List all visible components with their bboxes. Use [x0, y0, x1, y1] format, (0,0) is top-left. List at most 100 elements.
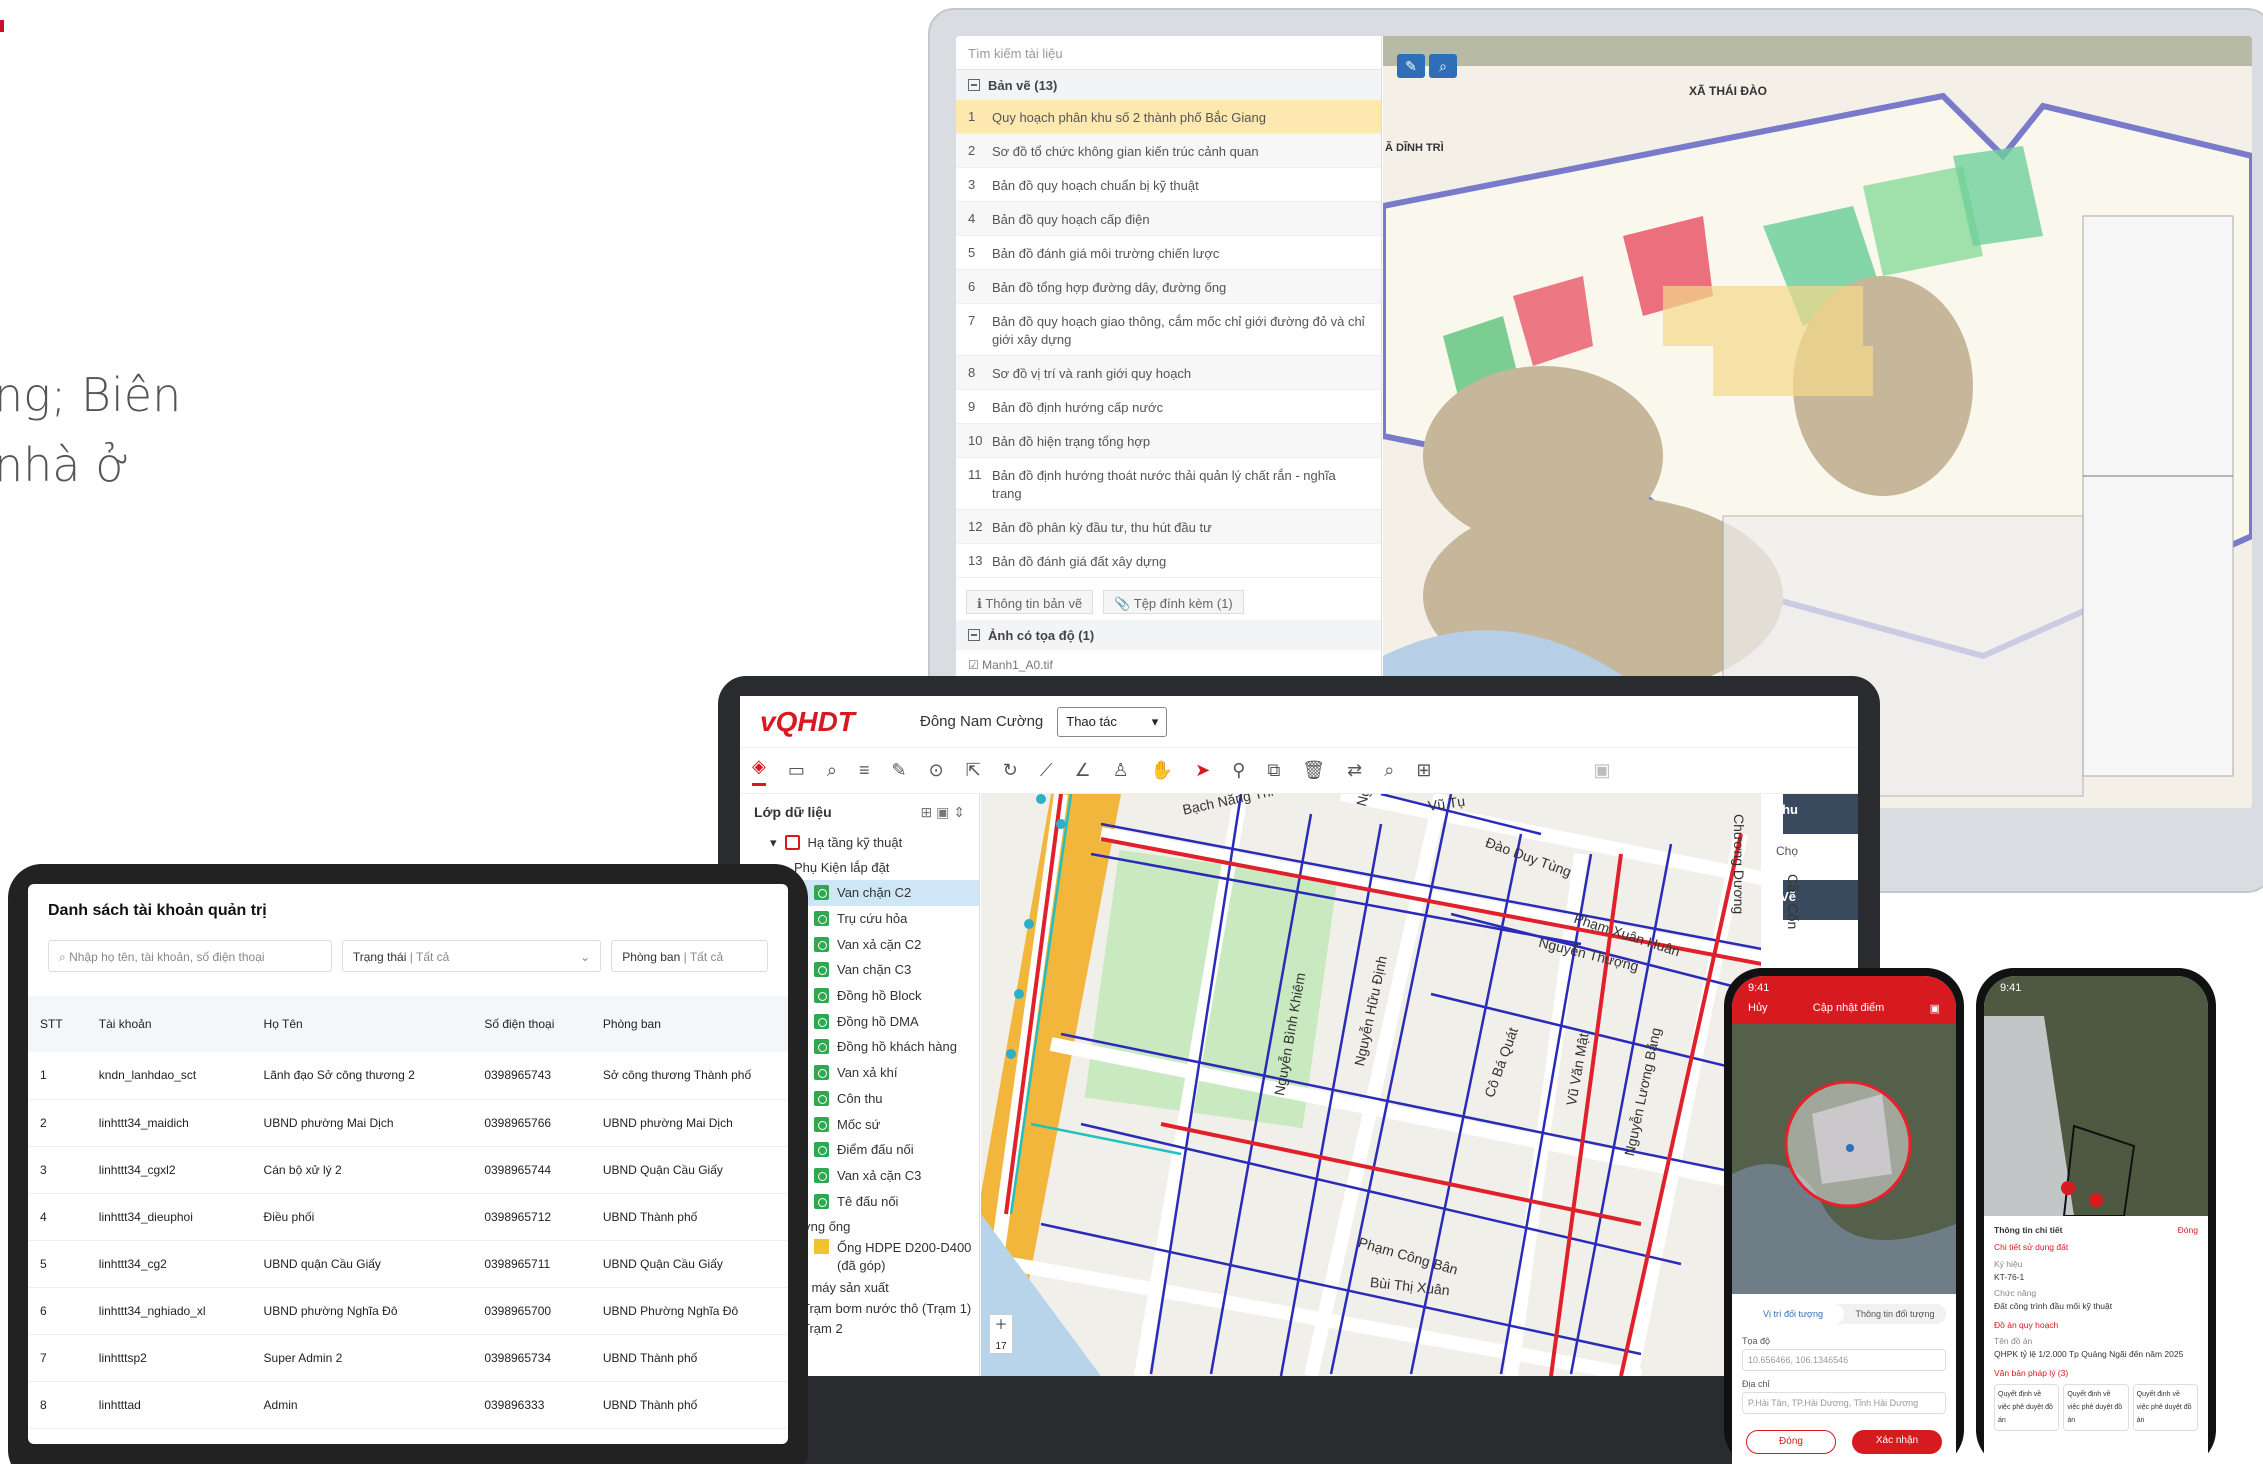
section-land-use[interactable]: Chi tiết sử dụng đất — [1994, 1241, 2198, 1254]
drawing-list-item[interactable]: 12 Bản đồ phân kỳ đầu tư, thu hút đầu tư — [956, 510, 1381, 544]
trash-icon[interactable]: 🗑 — [1302, 760, 1325, 781]
swap-icon[interactable]: ⇄ — [1347, 760, 1362, 781]
table-row[interactable]: 7 linhtttsp2 Super Admin 2 0398965734 UBND T… — [28, 1334, 788, 1382]
drawings-group-header[interactable]: Bản vẽ (13) — [956, 70, 1381, 100]
drawing-number: 13 — [968, 553, 983, 568]
tab-attachments[interactable]: 📎 Tệp đính kèm (1) — [1103, 590, 1244, 614]
table-row[interactable]: 3 linhttt34_cgxl2 Cán bộ xử lý 2 0398965744… — [28, 1146, 788, 1194]
status-filter-select[interactable]: Trạng thái | Tất cả ⌄ — [341, 940, 602, 972]
function-label: Chức năng — [1994, 1288, 2037, 1298]
drawing-list-item[interactable]: 6 Bản đồ tổng hợp đường dây, đường ống — [956, 270, 1381, 304]
tab-location[interactable]: Vị trí đối tượng — [1742, 1304, 1844, 1324]
map-book-icon[interactable]: ▭ — [788, 760, 805, 781]
chevron-down-icon[interactable]: ▾ — [770, 835, 777, 851]
section-planning[interactable]: Đồ án quy hoạch — [1994, 1319, 2198, 1332]
collapse-icon[interactable] — [968, 629, 980, 641]
legal-doc-card[interactable]: Quyết định về việc phê duyệt đồ án — [2132, 1384, 2198, 1431]
pin-icon[interactable]: ⊙ — [929, 760, 944, 781]
table-cell: UBND phường Nghĩa Đô — [251, 1287, 473, 1335]
tab-object-info[interactable]: Thông tin đối tượng — [1844, 1304, 1946, 1324]
zoom-control[interactable]: ＋ 17 — [989, 1314, 1013, 1354]
table-row[interactable]: 1 kndn_lanhdao_sct Lãnh đạo Sở công thương… — [28, 1052, 788, 1100]
legal-doc-card[interactable]: Quyết định về việc phê duyệt đồ án — [2063, 1384, 2129, 1431]
user-icon[interactable]: ♙ — [1113, 760, 1129, 781]
address-input[interactable]: P.Hải Tân, TP.Hải Dương, Tỉnh Hải Dương — [1742, 1392, 1946, 1414]
chevron-down-icon: ⌄ — [580, 950, 591, 964]
list-icon[interactable]: ≡ — [859, 760, 870, 781]
layer-symbol-icon — [814, 1065, 829, 1081]
table-header-cell[interactable]: Họ Tên — [251, 996, 473, 1052]
table-row[interactable]: 6 linhttt34_nghiado_xl UBND phường Nghĩa Đ… — [28, 1287, 788, 1335]
zoom-icon[interactable]: ⌕ — [1384, 760, 1394, 781]
tab-drawing-info[interactable]: ℹ Thông tin bản vẽ — [966, 590, 1094, 614]
table-cell: linhtttsp2 — [86, 1334, 252, 1382]
close-link[interactable]: Đóng — [2178, 1224, 2198, 1237]
drawing-list-item[interactable]: 5 Bản đồ đánh giá môi trường chiến lược — [956, 236, 1381, 270]
table-row[interactable]: 4 linhttt34_dieuphoi Điều phối 0398965712 UB… — [28, 1193, 788, 1241]
drawing-name: Bản đồ phân kỳ đầu tư, thu hút đầu tư — [992, 520, 1212, 535]
checkbox-icon[interactable] — [784, 835, 800, 850]
search-icon[interactable]: ⌕ — [827, 760, 837, 781]
draw-button[interactable]: Vẽ — [1780, 889, 1796, 904]
layer-actions-icon[interactable]: ⊞ ▣ ⇕ — [921, 804, 965, 820]
action-select[interactable]: Thao tác ▾ — [1057, 706, 1168, 737]
table-row[interactable]: 8 linhtttad Admin 039896333 UBND Thành phố — [28, 1381, 788, 1429]
drawing-name: Bản đồ hiện trạng tổng hợp — [992, 434, 1151, 449]
drawing-list-item[interactable]: 2 Sơ đồ tổ chức không gian kiến trúc cảnh… — [956, 134, 1381, 168]
drawing-list-item[interactable]: 10 Bản đồ hiện trạng tổng hợp — [956, 424, 1381, 458]
satellite-map[interactable]: 9:41 — [1984, 976, 2208, 1217]
select-arrow-icon[interactable]: ➤ — [1195, 760, 1210, 781]
table-header-cell[interactable]: Tài khoản — [86, 996, 252, 1052]
detail-panel: Thông tin chi tiết Đóng Chi tiết sử dụng… — [1984, 1216, 2208, 1439]
satellite-map[interactable] — [1732, 1024, 1956, 1294]
table-row[interactable]: 5 linhttt34_cg2 UBND quận Cầu Giấy 03989657… — [28, 1240, 788, 1288]
cancel-link[interactable]: Hủy — [1748, 1002, 1768, 1015]
hand-icon[interactable]: ✋ — [1151, 760, 1173, 781]
edit-icon[interactable]: ✎ — [1397, 54, 1425, 78]
layer-item-label: Tê đấu nối — [837, 1193, 899, 1209]
drawing-name: Bản đồ đánh giá môi trường chiến lược — [992, 246, 1220, 261]
save-icon[interactable]: ▣ — [1593, 760, 1610, 781]
ruler-icon[interactable]: ⟋ — [1040, 760, 1053, 781]
close-button[interactable]: Đóng — [1746, 1430, 1836, 1454]
table-header-cell[interactable]: STT — [28, 996, 87, 1052]
pencil-icon[interactable]: ✎ — [891, 760, 906, 781]
angle-icon[interactable]: ∠ — [1074, 760, 1090, 781]
drawing-list-item[interactable]: 8 Sơ đồ vị trí và ranh giới quy hoạch — [956, 356, 1381, 390]
layer-sidebar-title: Lớp dữ liệu — [754, 804, 832, 820]
drawing-list-item[interactable]: 7 Bản đồ quy hoạch giao thông, cắm mốc ch… — [956, 304, 1381, 356]
valve-icon[interactable]: ⚲ — [1232, 760, 1245, 781]
share-icon[interactable]: ⇱ — [966, 760, 981, 781]
coord-input[interactable]: 10.656466, 106.1346546 — [1742, 1349, 1946, 1371]
drawing-list-item[interactable]: 11 Bản đồ định hướng thoát nước thải quản… — [956, 458, 1381, 510]
drawing-list-item[interactable]: 4 Bản đồ quy hoạch cấp điện — [956, 202, 1381, 236]
account-search-input[interactable]: ⌕ Nhập họ tên, tài khoản, số điện thoại — [48, 940, 332, 972]
geo-images-group-header[interactable]: Ảnh có tọa độ (1) — [956, 620, 1381, 650]
add-layer-icon[interactable]: ⊞ — [1416, 760, 1431, 781]
copy-icon[interactable]: ⧉ — [1267, 760, 1280, 781]
drawing-list-item[interactable]: 1 Quy hoạch phân khu số 2 thành phố Bắc G… — [956, 100, 1381, 134]
table-header-cell[interactable]: Số điện thoại — [472, 996, 591, 1052]
department-filter-select[interactable]: Phòng ban | Tất cả — [611, 940, 769, 972]
save-icon[interactable]: ▣ — [1930, 1002, 1940, 1015]
refresh-icon[interactable]: ↻ — [1003, 760, 1018, 781]
legal-doc-card[interactable]: Quyết định về việc phê duyệt đồ án — [1994, 1384, 2060, 1431]
drawing-list-item[interactable]: 9 Bản đồ định hướng cấp nước — [956, 390, 1381, 424]
layer-group-label: Hạ tầng kỹ thuật — [807, 835, 903, 850]
layer-symbol-icon — [814, 885, 829, 901]
table-cell: Cán bộ xử lý 2 — [251, 1146, 473, 1194]
table-row[interactable]: 2 linhttt34_maidich UBND phường Mai Dịch 03… — [28, 1099, 788, 1147]
zoom-search-icon[interactable]: ⌕ — [1429, 54, 1457, 78]
table-header-cell[interactable]: Phòng ban — [590, 996, 788, 1052]
drawing-number: 3 — [968, 177, 976, 192]
layers-icon[interactable]: ◈ — [752, 756, 766, 786]
collapse-icon[interactable] — [968, 79, 980, 91]
drawing-list-item[interactable]: 3 Bản đồ quy hoạch chuẩn bị kỹ thuật — [956, 168, 1381, 202]
drawing-list-item[interactable]: 13 Bản đồ đánh giá đất xây dựng — [956, 544, 1381, 578]
confirm-button[interactable]: Xác nhận — [1852, 1430, 1942, 1454]
layer-group-infrastructure[interactable]: ▾ Hạ tầng kỹ thuật — [740, 830, 979, 855]
user-name[interactable]: Đông Nam Cường — [920, 713, 1043, 730]
document-search-input[interactable]: Tìm kiếm tài liệu — [956, 36, 1381, 70]
section-legal-docs[interactable]: Văn bản pháp lý (3) — [1994, 1367, 2198, 1380]
layer-symbol-icon — [814, 936, 829, 952]
